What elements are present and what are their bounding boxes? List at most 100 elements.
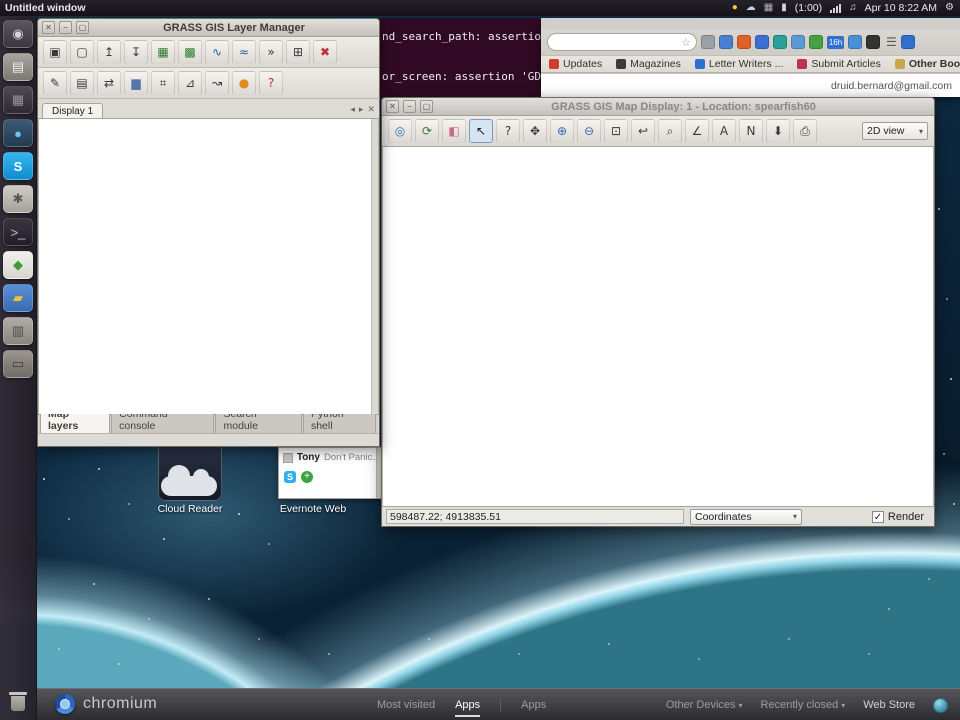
add-vector-overlays-icon[interactable]: ≈	[232, 40, 256, 64]
computational-region-icon[interactable]: ⌗	[151, 71, 175, 95]
browser-menu-icon[interactable]: ☰	[886, 35, 897, 49]
extension-icon[interactable]	[809, 35, 823, 49]
web-store-link[interactable]: Web Store	[863, 699, 915, 711]
keyboard-indicator-icon[interactable]: ▦	[764, 0, 773, 16]
recently-closed-menu[interactable]: Recently closed ▾	[761, 699, 846, 711]
account-email[interactable]: druid.bernard@gmail.com	[831, 80, 952, 92]
other-devices-menu[interactable]: Other Devices ▾	[666, 699, 743, 711]
create-workspace-icon[interactable]: ▢	[70, 40, 94, 64]
other-bookmarks-button[interactable]: Other Bookmarks	[895, 58, 960, 70]
extension-badge[interactable]: 16h	[827, 36, 844, 49]
scrollbar[interactable]	[371, 119, 378, 414]
edit-vector-icon[interactable]: ✎	[43, 71, 67, 95]
skype-icon[interactable]: S	[284, 471, 296, 483]
profile-tool-icon[interactable]: ↝	[205, 71, 229, 95]
extension-icon[interactable]	[719, 35, 733, 49]
add-vector-icon[interactable]: ∿	[205, 40, 229, 64]
erase-display-icon[interactable]: ◧	[442, 119, 466, 143]
app-label-cloud-reader[interactable]: Cloud Reader	[140, 503, 240, 515]
network-icon[interactable]	[830, 4, 841, 13]
battery-icon[interactable]: ▮	[781, 0, 787, 16]
extension-icon[interactable]	[737, 35, 751, 49]
display-map-icon[interactable]: ◎	[388, 119, 412, 143]
open-workspace-icon[interactable]: ↥	[97, 40, 121, 64]
extension-icon[interactable]	[866, 35, 880, 49]
map-display-titlebar[interactable]: ✕ − ▢ GRASS GIS Map Display: 1 - Locatio…	[382, 98, 934, 116]
extension-icon[interactable]	[901, 35, 915, 49]
launcher-ubuntu-dash-icon[interactable]: ◉	[3, 20, 33, 48]
clock[interactable]: Apr 10 8:22 AM	[865, 2, 937, 14]
launcher-system-settings-icon[interactable]: ✱	[3, 185, 33, 213]
help-icon[interactable]: ?	[259, 71, 283, 95]
app-label-evernote-web[interactable]: Evernote Web	[263, 503, 363, 515]
bookmark-item[interactable]: Updates	[549, 58, 602, 70]
tab-apps-active[interactable]: Apps	[455, 699, 480, 717]
map-canvas[interactable]	[382, 147, 934, 506]
launcher-file-manager-icon[interactable]: ▤	[3, 53, 33, 81]
tab-apps-2[interactable]: Apps	[521, 699, 546, 711]
new-display-icon[interactable]: ▣	[43, 40, 67, 64]
layer-tree-area[interactable]	[38, 119, 379, 414]
launcher-boxes-icon[interactable]: ▥	[3, 317, 33, 345]
launcher-archive-manager-icon[interactable]: ▭	[3, 350, 33, 378]
tab-display-1[interactable]: Display 1	[42, 103, 103, 118]
zoom-in-icon[interactable]: ⊕	[550, 119, 574, 143]
extension-icon[interactable]	[773, 35, 787, 49]
print-display-icon[interactable]: ⎙	[793, 119, 817, 143]
add-raster-overlays-icon[interactable]: ▩	[178, 40, 202, 64]
add-contact-icon[interactable]: +	[301, 471, 313, 483]
render-checkbox[interactable]: ✓	[872, 511, 884, 523]
attribute-table-icon[interactable]: ▤	[70, 71, 94, 95]
north-arrow-icon[interactable]: N	[739, 119, 763, 143]
save-workspace-icon[interactable]: ↧	[124, 40, 148, 64]
add-group-icon[interactable]: ⊞	[286, 40, 310, 64]
tab-close-icon[interactable]: ✕	[367, 104, 375, 115]
render-map-icon[interactable]: ⟳	[415, 119, 439, 143]
launcher-grass-gis-icon[interactable]: ◆	[3, 251, 33, 279]
nviz-3d-view-icon[interactable]: ●	[232, 71, 256, 95]
save-display-to-file-icon[interactable]: ⬇	[766, 119, 790, 143]
volume-icon[interactable]: ♫	[849, 0, 857, 16]
weather-icon[interactable]: ☁	[746, 0, 756, 16]
launcher-skype-icon[interactable]: S	[3, 152, 33, 180]
import-data-icon[interactable]: ⇄	[97, 71, 121, 95]
maximize-button[interactable]: ▢	[420, 100, 433, 113]
extension-icon[interactable]	[701, 35, 715, 49]
add-raster-icon[interactable]: ▦	[151, 40, 175, 64]
minimize-button[interactable]: −	[59, 21, 72, 34]
close-button[interactable]: ✕	[386, 100, 399, 113]
measure-distance-icon[interactable]: ∠	[685, 119, 709, 143]
launcher-software-center-icon[interactable]: ▰	[3, 284, 33, 312]
extension-icon[interactable]	[755, 35, 769, 49]
vector-cleaning-icon[interactable]: ⊿	[178, 71, 202, 95]
add-map-elements-icon[interactable]: A	[712, 119, 736, 143]
histogram-icon[interactable]: ▆	[124, 71, 148, 95]
notification-icon[interactable]: ●	[732, 0, 738, 16]
query-raster-vector-icon[interactable]: ?	[496, 119, 520, 143]
extension-icon[interactable]	[791, 35, 805, 49]
statusbar-mode-select[interactable]: Coordinates ▾	[690, 509, 802, 525]
bookmark-item[interactable]: Magazines	[616, 58, 681, 70]
trash-icon[interactable]	[9, 692, 27, 712]
zoom-out-icon[interactable]: ⊖	[577, 119, 601, 143]
pan-icon[interactable]: ✥	[523, 119, 547, 143]
url-input[interactable]: ☆	[547, 33, 697, 51]
bookmark-item[interactable]: Submit Articles	[797, 58, 880, 70]
zoom-options-icon[interactable]: ⌕	[658, 119, 682, 143]
bookmark-star-icon[interactable]: ☆	[681, 36, 691, 49]
add-command-layer-icon[interactable]: »	[259, 40, 283, 64]
tab-most-visited[interactable]: Most visited	[377, 699, 435, 711]
delete-layer-icon[interactable]: ✖	[313, 40, 337, 64]
launcher-screenshot-tool-icon[interactable]: ▦	[3, 86, 33, 114]
launcher-web-browser-icon[interactable]: ●	[3, 119, 33, 147]
zoom-to-extent-icon[interactable]: ⊡	[604, 119, 628, 143]
launcher-terminal-icon[interactable]: >_	[3, 218, 33, 246]
extension-icon[interactable]	[848, 35, 862, 49]
close-button[interactable]: ✕	[42, 21, 55, 34]
tab-scroll-right-icon[interactable]: ▸	[359, 104, 364, 115]
tab-scroll-left-icon[interactable]: ◂	[350, 104, 355, 115]
session-gear-icon[interactable]: ⚙	[945, 0, 954, 16]
minimize-button[interactable]: −	[403, 100, 416, 113]
layer-manager-titlebar[interactable]: ✕ − ▢ GRASS GIS Layer Manager	[38, 19, 379, 37]
return-to-previous-zoom-icon[interactable]: ↩	[631, 119, 655, 143]
